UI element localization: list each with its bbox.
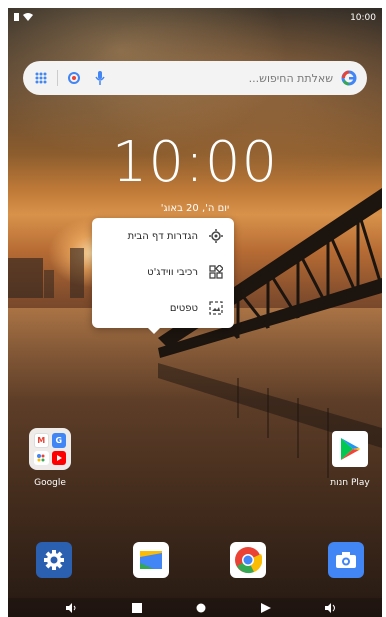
back-button[interactable] — [260, 602, 272, 614]
gmail-icon: M — [34, 433, 49, 448]
widgets-icon — [208, 264, 224, 280]
menu-item-home-settings[interactable]: הגדרות דף הבית — [92, 218, 234, 254]
apps-grid-icon[interactable] — [31, 68, 51, 88]
menu-item-label: הגדרות דף הבית — [127, 230, 198, 242]
volume-down-icon[interactable] — [66, 602, 78, 614]
play-store-icon[interactable] — [332, 431, 368, 467]
chrome-icon[interactable] — [230, 542, 266, 578]
sim-icon — [14, 13, 19, 21]
search-divider — [57, 70, 58, 86]
google-search-bar[interactable]: שאלתת החיפוש... — [23, 61, 367, 95]
home-context-menu: הגדרות דף הבית רכיבי ווידג'ט טפטים — [92, 218, 234, 328]
files-icon[interactable] — [133, 542, 169, 578]
menu-item-wallpapers[interactable]: טפטים — [92, 290, 234, 326]
wifi-icon — [23, 13, 33, 21]
microphone-icon[interactable] — [90, 68, 110, 88]
gear-icon — [208, 228, 224, 244]
google-icon: G — [51, 433, 66, 448]
status-bar: 10:00 — [8, 8, 382, 28]
menu-item-label: טפטים — [169, 302, 198, 314]
google-folder-label: Google — [34, 478, 66, 488]
volume-up-icon[interactable] — [325, 602, 337, 614]
camera-icon[interactable] — [328, 542, 364, 578]
google-folder[interactable]: M G — [29, 428, 71, 470]
play-store-label: חנות Play — [330, 478, 370, 488]
lens-icon[interactable] — [64, 68, 84, 88]
google-g-icon — [339, 68, 359, 88]
assistant-icon — [34, 451, 49, 465]
youtube-icon — [51, 451, 66, 465]
date-label[interactable]: יום ה', 20 באוג' — [8, 203, 382, 214]
home-screen: 10:00 שאלתת החיפוש... 10:00 יום ה', 20 ב… — [8, 8, 382, 617]
home-button[interactable] — [195, 602, 207, 614]
status-time: 10:00 — [350, 13, 376, 23]
menu-item-label: רכיבי ווידג'ט — [147, 266, 198, 278]
navigation-bar — [8, 598, 382, 617]
wallpaper-icon — [208, 300, 224, 316]
menu-pointer — [148, 328, 160, 334]
clock-widget[interactable]: 10:00 — [8, 133, 382, 193]
menu-item-widgets[interactable]: רכיבי ווידג'ט — [92, 254, 234, 290]
status-icons — [14, 13, 33, 21]
settings-icon[interactable] — [36, 542, 72, 578]
search-placeholder: שאלתת החיפוש... — [248, 71, 333, 85]
recents-button[interactable] — [131, 602, 143, 614]
